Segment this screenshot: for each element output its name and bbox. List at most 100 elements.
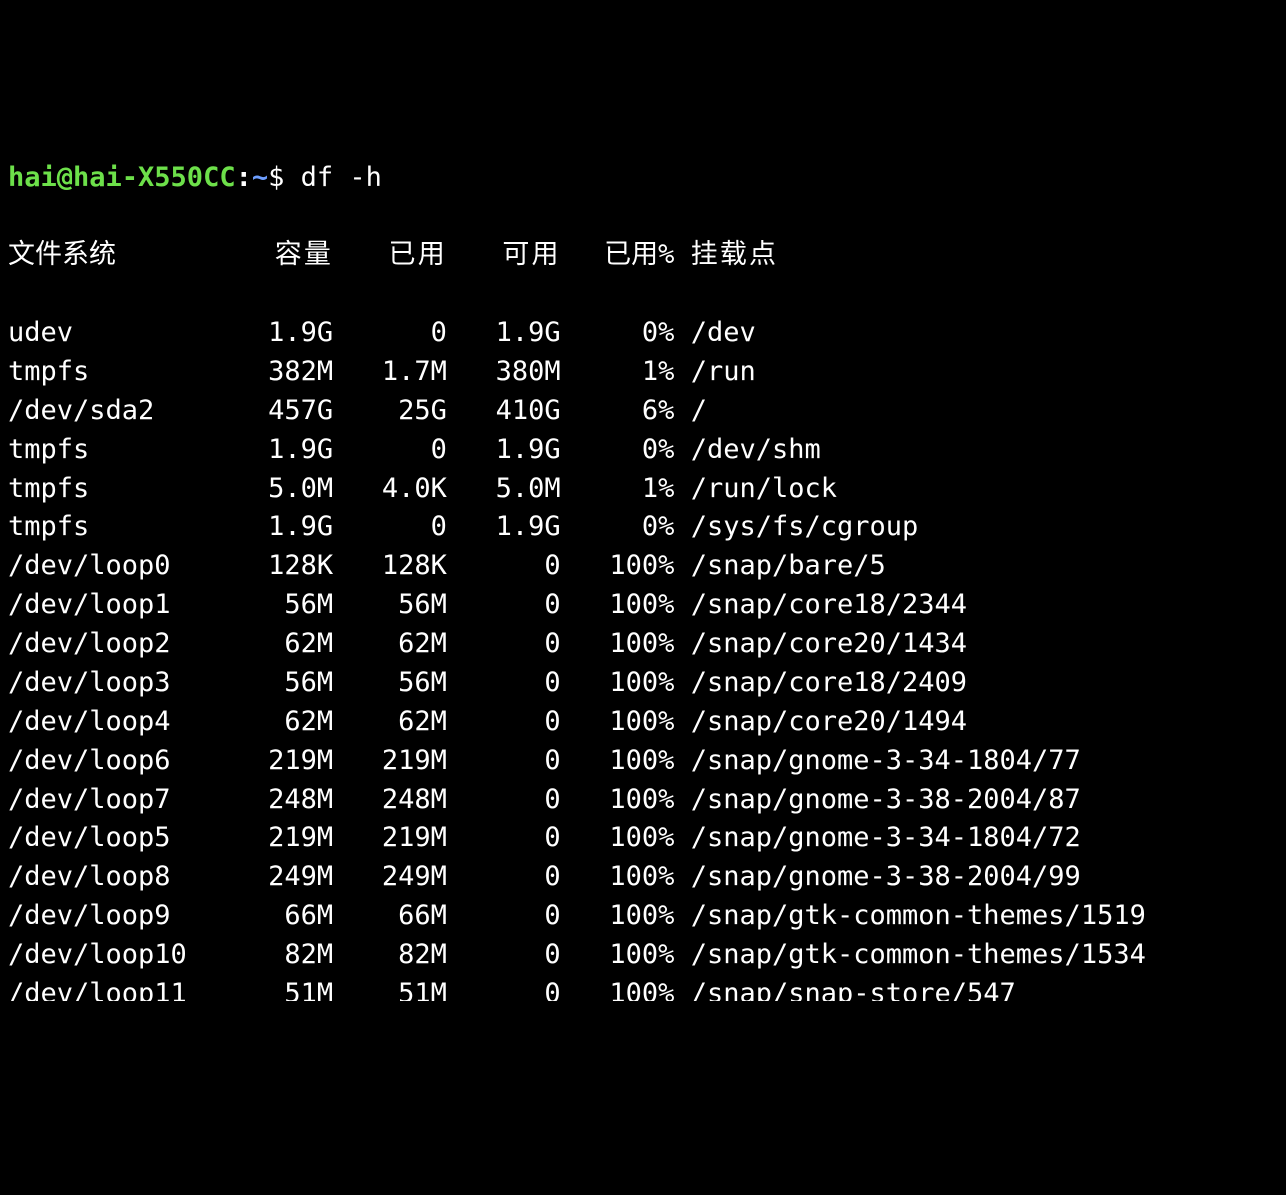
- cell-usepct: 100%: [561, 664, 675, 703]
- cell-size: 128K: [252, 547, 333, 586]
- cell-mountpoint: /snap/gnome-3-34-1804/77: [674, 742, 1080, 781]
- cell-used: 51M: [333, 975, 447, 1001]
- cell-avail: 0: [447, 547, 561, 586]
- cell-filesystem: /dev/loop6: [8, 742, 252, 781]
- cell-filesystem: udev: [8, 314, 252, 353]
- cell-usepct: 1%: [561, 470, 675, 509]
- df-row: /dev/sda2457G25G410G6%/: [8, 392, 1278, 431]
- cell-mountpoint: /snap/core20/1434: [674, 625, 967, 664]
- df-row: /dev/loop8249M249M0100%/snap/gnome-3-38-…: [8, 858, 1278, 897]
- cell-filesystem: /dev/loop10: [8, 936, 252, 975]
- cell-used: 219M: [333, 742, 447, 781]
- df-row: /dev/loop462M62M0100%/snap/core20/1494: [8, 703, 1278, 742]
- cell-mountpoint: /snap/gnome-3-34-1804/72: [674, 819, 1080, 858]
- cell-filesystem: /dev/loop3: [8, 664, 252, 703]
- df-header-row: 文件系统容量已用可用已用%挂载点: [8, 236, 1278, 275]
- cell-avail: 1.9G: [447, 431, 561, 470]
- cell-filesystem: /dev/loop8: [8, 858, 252, 897]
- cell-size: 1.9G: [252, 508, 333, 547]
- cell-usepct: 0%: [561, 314, 675, 353]
- cell-used: 62M: [333, 625, 447, 664]
- cell-filesystem: tmpfs: [8, 353, 252, 392]
- cell-usepct: 100%: [561, 897, 675, 936]
- df-row: udev1.9G01.9G0%/dev: [8, 314, 1278, 353]
- cell-used: 0: [333, 508, 447, 547]
- df-row: tmpfs5.0M4.0K5.0M1%/run/lock: [8, 470, 1278, 509]
- cell-filesystem: /dev/loop9: [8, 897, 252, 936]
- header-avail: 可用: [447, 236, 561, 275]
- cell-avail: 5.0M: [447, 470, 561, 509]
- cell-size: 51M: [252, 975, 333, 1001]
- header-filesystem: 文件系统: [8, 236, 252, 275]
- cell-mountpoint: /snap/gnome-3-38-2004/99: [674, 858, 1080, 897]
- cell-usepct: 6%: [561, 392, 675, 431]
- prompt-line[interactable]: hai@hai-X550CC:~$ df -h: [8, 159, 1278, 198]
- header-size: 容量: [252, 236, 333, 275]
- prompt-path: ~: [252, 162, 268, 193]
- cell-usepct: 100%: [561, 819, 675, 858]
- cell-size: 66M: [252, 897, 333, 936]
- df-row: /dev/loop0128K128K0100%/snap/bare/5: [8, 547, 1278, 586]
- cell-usepct: 100%: [561, 742, 675, 781]
- cell-used: 248M: [333, 781, 447, 820]
- cell-size: 1.9G: [252, 431, 333, 470]
- cell-size: 82M: [252, 936, 333, 975]
- cell-size: 62M: [252, 703, 333, 742]
- cell-mountpoint: /snap/core20/1494: [674, 703, 967, 742]
- df-row: /dev/loop356M56M0100%/snap/core18/2409: [8, 664, 1278, 703]
- cell-usepct: 0%: [561, 431, 675, 470]
- cell-size: 219M: [252, 742, 333, 781]
- cell-used: 62M: [333, 703, 447, 742]
- cell-used: 56M: [333, 586, 447, 625]
- header-used: 已用: [333, 236, 447, 275]
- df-row: tmpfs1.9G01.9G0%/sys/fs/cgroup: [8, 508, 1278, 547]
- cell-size: 62M: [252, 625, 333, 664]
- df-row: /dev/loop156M56M0100%/snap/core18/2344: [8, 586, 1278, 625]
- cell-usepct: 100%: [561, 975, 675, 1001]
- cell-size: 219M: [252, 819, 333, 858]
- df-row: /dev/loop1082M82M0100%/snap/gtk-common-t…: [8, 936, 1278, 975]
- cell-used: 128K: [333, 547, 447, 586]
- cell-filesystem: tmpfs: [8, 508, 252, 547]
- cell-avail: 0: [447, 742, 561, 781]
- cell-avail: 410G: [447, 392, 561, 431]
- cell-avail: 0: [447, 858, 561, 897]
- cell-usepct: 0%: [561, 508, 675, 547]
- cell-usepct: 100%: [561, 703, 675, 742]
- cell-mountpoint: /snap/gtk-common-themes/1534: [674, 936, 1145, 975]
- cell-avail: 0: [447, 975, 561, 1001]
- cell-size: 249M: [252, 858, 333, 897]
- cell-mountpoint: /snap/core18/2409: [674, 664, 967, 703]
- cell-mountpoint: /snap/gtk-common-themes/1519: [674, 897, 1145, 936]
- cell-avail: 1.9G: [447, 314, 561, 353]
- cell-avail: 1.9G: [447, 508, 561, 547]
- cell-filesystem: /dev/loop1: [8, 586, 252, 625]
- cell-mountpoint: /run/lock: [674, 470, 837, 509]
- cell-avail: 0: [447, 897, 561, 936]
- df-row: tmpfs382M1.7M380M1%/run: [8, 353, 1278, 392]
- cell-used: 0: [333, 314, 447, 353]
- cell-avail: 380M: [447, 353, 561, 392]
- cell-mountpoint: /dev: [674, 314, 755, 353]
- prompt-userhost: hai@hai-X550CC: [8, 162, 236, 193]
- cell-mountpoint: /snap/bare/5: [674, 547, 885, 586]
- cell-usepct: 100%: [561, 936, 675, 975]
- cell-avail: 0: [447, 819, 561, 858]
- cell-filesystem: tmpfs: [8, 431, 252, 470]
- cell-mountpoint: /snap/core18/2344: [674, 586, 967, 625]
- cell-mountpoint: /: [674, 392, 707, 431]
- cell-size: 56M: [252, 664, 333, 703]
- cell-used: 66M: [333, 897, 447, 936]
- cell-used: 56M: [333, 664, 447, 703]
- df-row: /dev/loop262M62M0100%/snap/core20/1434: [8, 625, 1278, 664]
- cell-used: 82M: [333, 936, 447, 975]
- cell-used: 0: [333, 431, 447, 470]
- cell-size: 248M: [252, 781, 333, 820]
- cell-mountpoint: /sys/fs/cgroup: [674, 508, 918, 547]
- cell-used: 25G: [333, 392, 447, 431]
- cell-usepct: 100%: [561, 625, 675, 664]
- df-row: /dev/loop6219M219M0100%/snap/gnome-3-34-…: [8, 742, 1278, 781]
- cell-filesystem: /dev/sda2: [8, 392, 252, 431]
- cell-used: 1.7M: [333, 353, 447, 392]
- df-row: /dev/loop1151M51M0100%/snap/snap-store/5…: [8, 975, 1278, 1001]
